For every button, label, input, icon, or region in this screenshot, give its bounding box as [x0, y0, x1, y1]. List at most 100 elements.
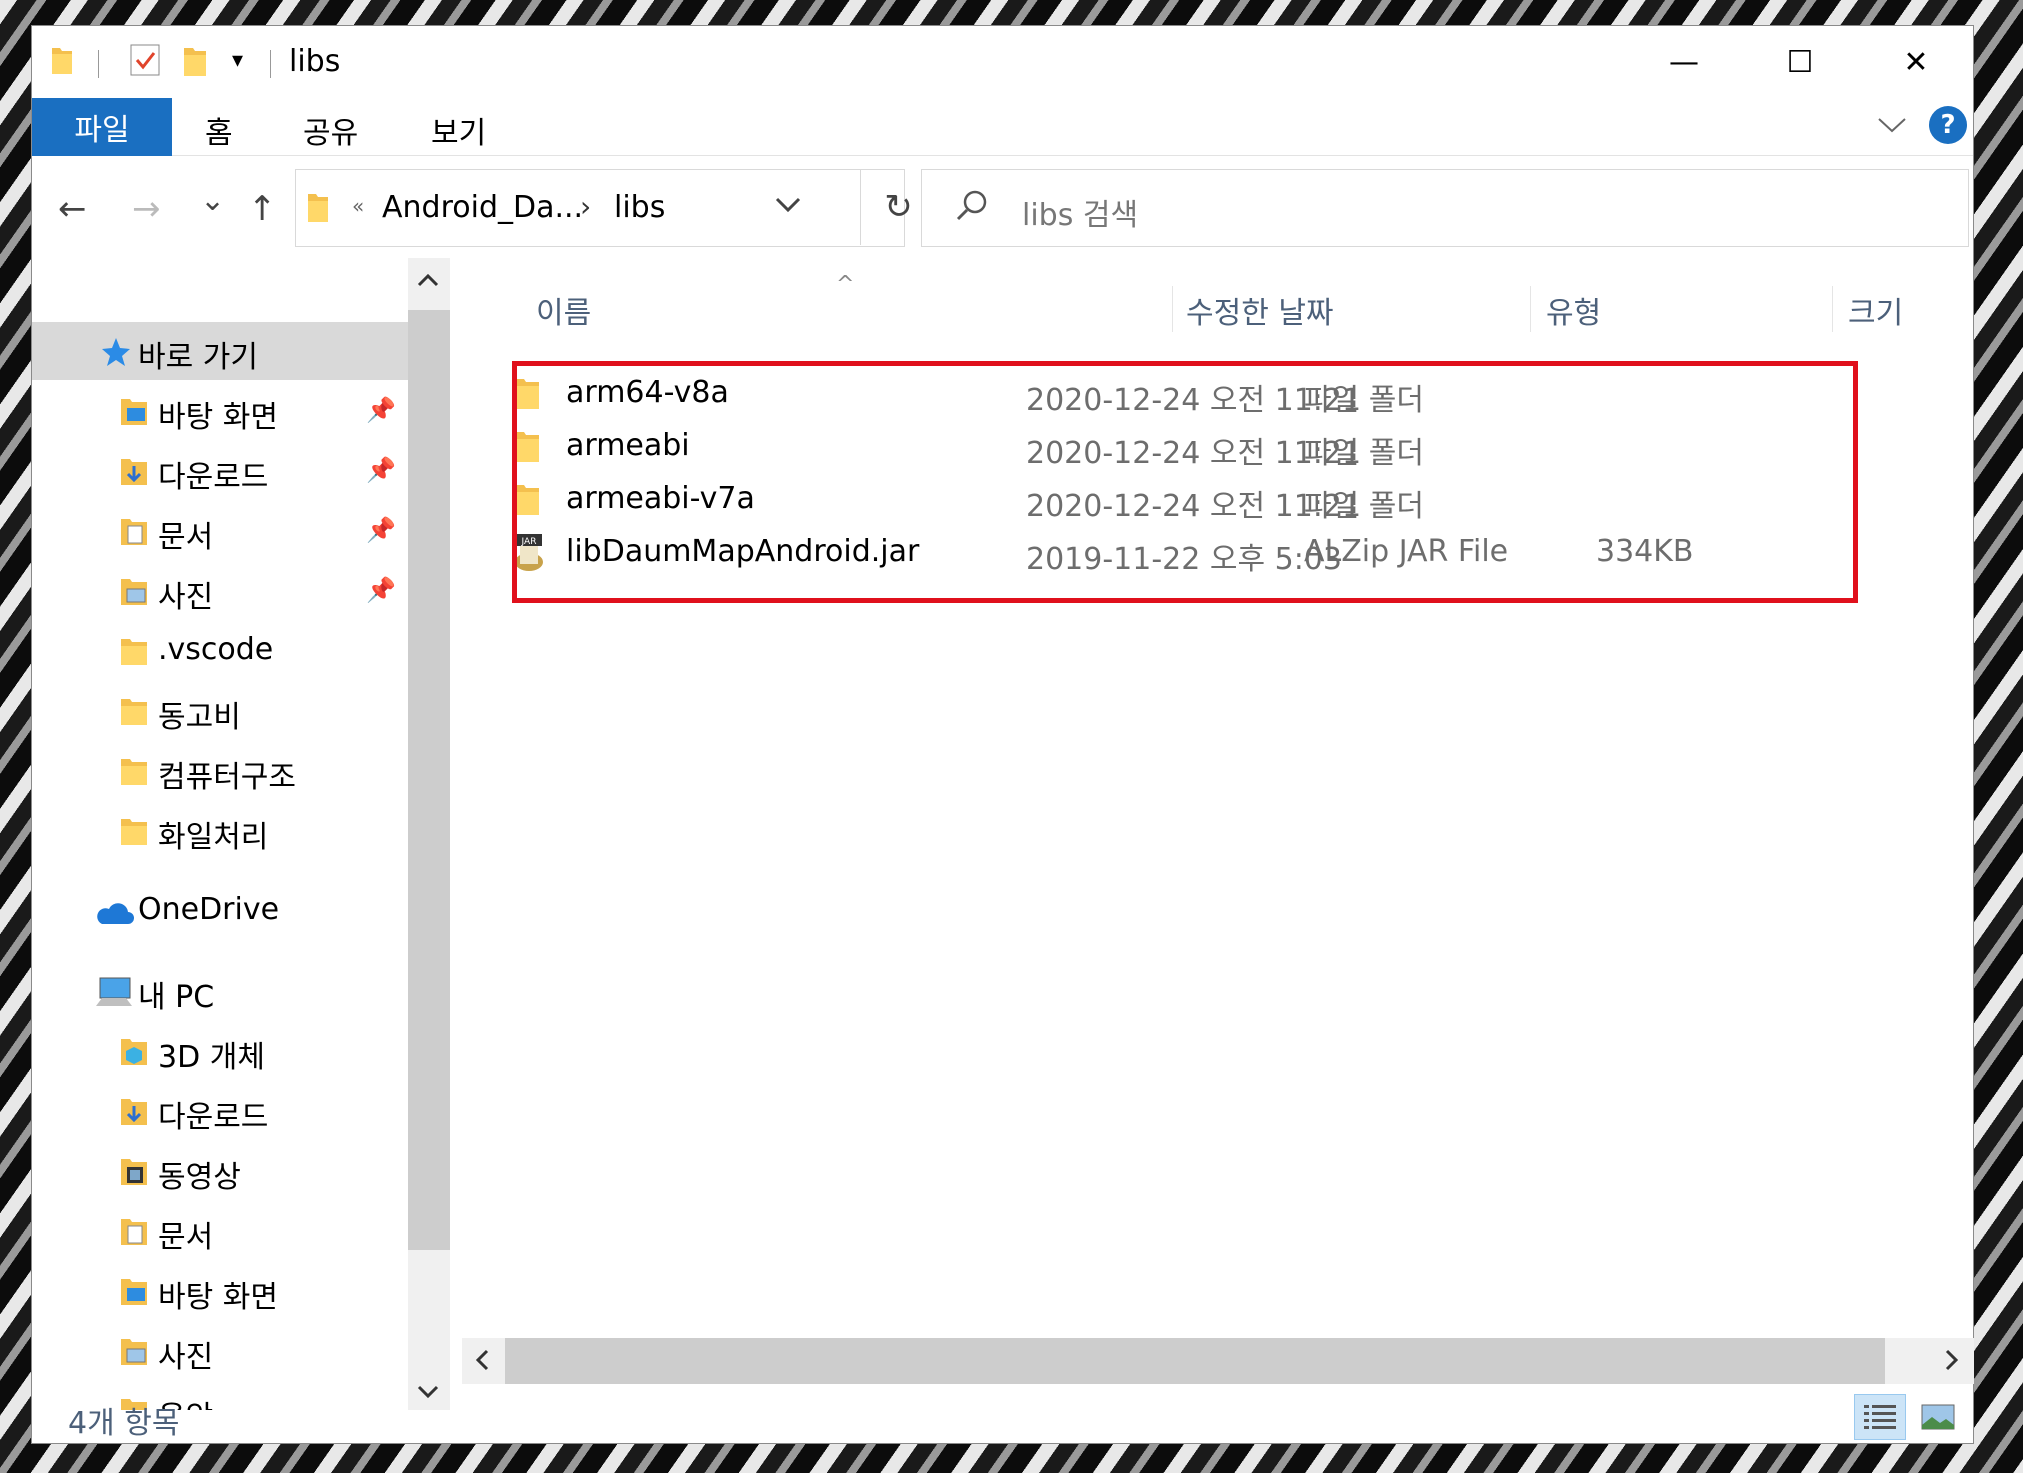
tab-view[interactable]: 보기	[431, 108, 486, 152]
breadcrumb-android-data[interactable]: Android_Da...	[382, 190, 583, 225]
sidebar-item-label: .vscode	[158, 632, 274, 667]
scroll-right-icon[interactable]	[1944, 1348, 1960, 1378]
file-row[interactable]: JAR libDaumMapAndroid.jar 2019-11-22 오후 …	[502, 526, 1962, 579]
sidebar-item-label: 컴퓨터구조	[158, 760, 296, 795]
sidebar-item-label: OneDrive	[138, 892, 280, 927]
minimize-button[interactable]: —	[1626, 26, 1742, 98]
pin-icon[interactable]: 📌	[366, 396, 396, 424]
sidebar-item-label: 문서	[158, 520, 214, 555]
file-date: 2019-11-22 오후 5:03	[1026, 542, 1342, 577]
downloads-folder-icon	[118, 1096, 150, 1132]
breadcrumb-separator[interactable]: ›	[580, 190, 591, 223]
scroll-left-icon[interactable]	[474, 1348, 490, 1378]
sidebar-item-pictures-pc[interactable]: 사진	[32, 1322, 408, 1380]
navigation-pane: 바로 가기 바탕 화면 📌 다운로드 📌 문서 📌 사진 📌 .vscode 동…	[32, 258, 450, 1410]
sidebar-item-vscode[interactable]: .vscode	[32, 622, 408, 680]
maximize-button[interactable]: ☐	[1742, 26, 1858, 98]
sidebar-item-onedrive[interactable]: OneDrive	[32, 882, 408, 940]
documents-folder-icon	[118, 1216, 150, 1252]
search-box[interactable]: libs 검색	[921, 169, 1969, 247]
new-folder-icon[interactable]	[182, 46, 208, 82]
status-bar: 4개 항목	[32, 1384, 1973, 1445]
sidebar-item-desktop[interactable]: 바탕 화면 📌	[32, 382, 408, 440]
sidebar-item-pictures[interactable]: 사진 📌	[32, 562, 408, 620]
customize-quick-access-icon[interactable]: ▾	[232, 48, 243, 73]
large-icons-view-button[interactable]	[1912, 1394, 1964, 1440]
search-icon	[954, 188, 990, 233]
sidebar-item-label: 화일처리	[158, 820, 269, 855]
svg-text:JAR: JAR	[521, 537, 537, 547]
sidebar-item-label: 사진	[158, 1340, 214, 1375]
sidebar-item-file-processing[interactable]: 화일처리	[32, 802, 408, 860]
scroll-up-icon[interactable]	[416, 266, 440, 294]
tab-home[interactable]: 홈	[205, 108, 233, 152]
desktop-folder-icon	[118, 1276, 150, 1312]
folder-icon	[512, 483, 542, 521]
address-dropdown-icon[interactable]	[774, 188, 802, 223]
file-type: ALZip JAR File	[1304, 534, 1509, 569]
file-type: 파일 폴더	[1304, 436, 1424, 471]
horizontal-scrollbar[interactable]	[462, 1338, 1974, 1384]
pin-icon[interactable]: 📌	[366, 576, 396, 604]
window-title: libs	[289, 44, 341, 79]
column-header-size[interactable]: 크기	[1848, 288, 1903, 332]
jar-file-icon: JAR	[512, 532, 546, 576]
sidebar-item-label: 3D 개체	[158, 1040, 265, 1075]
details-view-button[interactable]	[1854, 1394, 1906, 1440]
help-button[interactable]: ?	[1929, 106, 1967, 144]
sidebar-item-label: 바로 가기	[138, 340, 258, 375]
sidebar-item-downloads-pc[interactable]: 다운로드	[32, 1082, 408, 1140]
properties-icon[interactable]	[128, 42, 162, 82]
close-button[interactable]: ✕	[1858, 26, 1974, 98]
sidebar-item-desktop-pc[interactable]: 바탕 화면	[32, 1262, 408, 1320]
tab-file[interactable]: 파일	[32, 98, 172, 156]
breadcrumb-overflow[interactable]: «	[352, 194, 364, 218]
folder-icon	[118, 816, 150, 852]
up-arrow-icon[interactable]: ↑	[248, 189, 277, 229]
sidebar-item-computer-architecture[interactable]: 컴퓨터구조	[32, 742, 408, 800]
horizontal-scrollbar-thumb[interactable]	[505, 1338, 1885, 1384]
sidebar-item-documents[interactable]: 문서 📌	[32, 502, 408, 560]
item-count: 4개 항목	[68, 1406, 180, 1441]
large-icons-view-icon	[1921, 1404, 1955, 1430]
ribbon: 파일 홈 공유 보기 ?	[32, 98, 1973, 156]
column-header-type[interactable]: 유형	[1546, 288, 1601, 332]
file-type: 파일 폴더	[1304, 383, 1424, 418]
forward-arrow-icon[interactable]: →	[132, 189, 161, 229]
back-arrow-icon[interactable]: ←	[58, 189, 87, 229]
sidebar-item-label: 문서	[158, 1220, 214, 1255]
sidebar-item-documents-pc[interactable]: 문서	[32, 1202, 408, 1260]
column-header-name[interactable]: 이름	[536, 288, 591, 332]
sidebar-item-3d-objects[interactable]: 3D 개체	[32, 1022, 408, 1080]
sidebar-item-quick-access[interactable]: 바로 가기	[32, 322, 408, 380]
sidebar-item-downloads[interactable]: 다운로드 📌	[32, 442, 408, 500]
sidebar-item-label: 다운로드	[158, 460, 269, 495]
sidebar-item-this-pc[interactable]: 내 PC	[32, 962, 408, 1020]
file-type: 파일 폴더	[1304, 489, 1424, 524]
search-input[interactable]: libs 검색	[1022, 190, 1138, 234]
navigation-bar: ← → ⌄ ↑ « Android_Da... › libs ↻ libs 검색	[32, 157, 1973, 257]
column-header-date[interactable]: 수정한 날짜	[1186, 288, 1334, 332]
recent-locations-icon[interactable]: ⌄	[200, 183, 225, 218]
file-name: armeabi	[566, 428, 690, 463]
documents-folder-icon	[118, 516, 150, 552]
sidebar-item-donggobi[interactable]: 동고비	[32, 682, 408, 740]
pin-icon[interactable]: 📌	[366, 456, 396, 484]
file-row[interactable]: armeabi-v7a 2020-12-24 오전 11:21 파일 폴더	[502, 473, 1962, 526]
folder-icon	[512, 377, 542, 415]
file-row[interactable]: armeabi 2020-12-24 오전 11:21 파일 폴더	[502, 420, 1962, 473]
file-explorer-window: ▾ libs — ☐ ✕ 파일 홈 공유 보기 ? ← → ⌄ ↑ « Andr…	[31, 25, 1974, 1444]
sidebar-scrollbar-thumb[interactable]	[408, 310, 450, 1250]
file-row[interactable]: arm64-v8a 2020-12-24 오전 11:21 파일 폴더	[502, 367, 1962, 420]
address-bar[interactable]: « Android_Da... › libs	[295, 169, 905, 247]
sidebar-item-videos[interactable]: 동영상	[32, 1142, 408, 1200]
sidebar-item-label: 사진	[158, 580, 214, 615]
desktop-folder-icon	[118, 396, 150, 432]
details-view-icon	[1864, 1405, 1896, 1429]
breadcrumb-libs[interactable]: libs	[614, 190, 665, 225]
chevron-down-icon[interactable]	[1877, 112, 1907, 142]
pictures-folder-icon	[118, 1336, 150, 1372]
pictures-folder-icon	[118, 576, 150, 612]
pin-icon[interactable]: 📌	[366, 516, 396, 544]
tab-share[interactable]: 공유	[303, 108, 358, 152]
